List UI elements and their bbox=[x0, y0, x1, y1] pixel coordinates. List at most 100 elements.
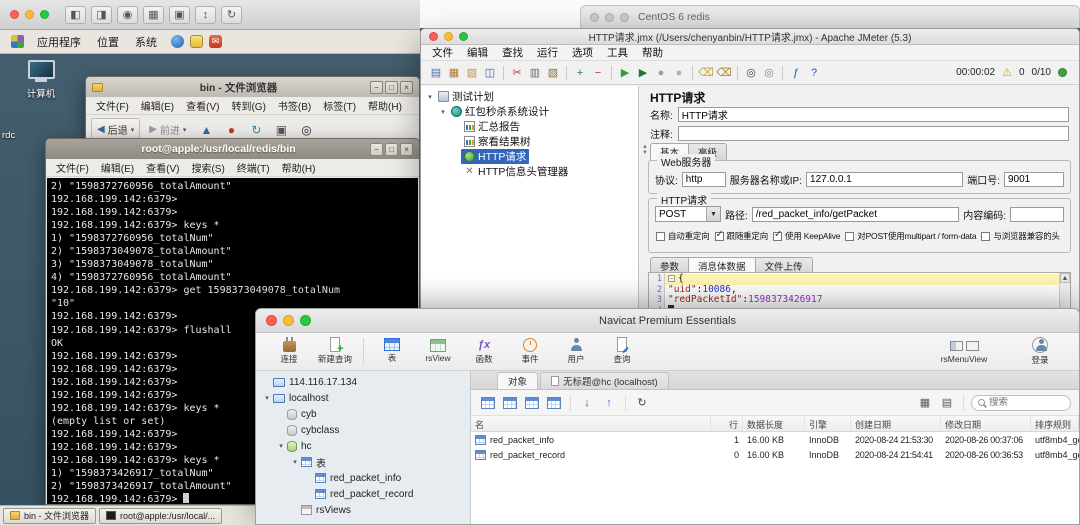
templates-icon[interactable]: ▦ bbox=[445, 64, 463, 82]
checkbox-unchecked[interactable]: 与浏览器兼容的头 bbox=[981, 230, 1059, 242]
new-file-icon[interactable]: ▤ bbox=[427, 64, 445, 82]
method-select[interactable]: POST ▼ bbox=[655, 206, 721, 222]
function-helper-icon[interactable]: ƒ bbox=[787, 64, 805, 82]
maximize-icon[interactable]: □ bbox=[385, 81, 398, 94]
grid-view-icon[interactable]: ▦ bbox=[916, 394, 934, 412]
checkbox-unchecked[interactable]: 自动重定向 bbox=[656, 230, 710, 242]
column-header[interactable]: 创建日期 bbox=[851, 416, 941, 431]
menu-item[interactable]: 帮助 bbox=[635, 45, 670, 60]
menu-item[interactable]: 查找 bbox=[495, 45, 530, 60]
column-header[interactable]: 修改日期 bbox=[941, 416, 1031, 431]
menu-item[interactable]: 工具 bbox=[600, 45, 635, 60]
tree-expander[interactable]: ▾ bbox=[276, 442, 286, 450]
refresh-button[interactable]: ↻ bbox=[633, 394, 651, 412]
view-toggle-buttons[interactable]: rsMenuView bbox=[941, 334, 987, 368]
menu-item[interactable]: 书签(B) bbox=[272, 98, 317, 113]
mail-icon[interactable] bbox=[209, 35, 222, 48]
tree-node[interactable]: 察看结果树 bbox=[421, 134, 638, 149]
sidebar-node[interactable]: cyb bbox=[256, 406, 470, 422]
display-grid-icon[interactable]: ▦ bbox=[143, 6, 164, 24]
column-header[interactable]: 名 bbox=[471, 416, 711, 431]
sidebar-node[interactable]: 114.116.17.134 bbox=[256, 374, 470, 390]
menu-item[interactable]: 标签(T) bbox=[317, 98, 362, 113]
checkbox-checked[interactable]: 使用 KeepAlive bbox=[773, 230, 840, 242]
menu-item[interactable]: 编辑 bbox=[460, 45, 495, 60]
stop-icon[interactable]: ● bbox=[652, 64, 670, 82]
search-icon[interactable]: ◎ bbox=[742, 64, 760, 82]
start-icon[interactable]: ▶ bbox=[616, 64, 634, 82]
minimize-icon[interactable]: − bbox=[370, 81, 383, 94]
distro-logo-icon[interactable] bbox=[11, 35, 24, 48]
new-query-button[interactable]: 新建查询 bbox=[312, 334, 358, 368]
desktop-icon-partial[interactable]: rdc bbox=[2, 130, 15, 141]
shell-panel-icon[interactable]: ◧ bbox=[65, 6, 86, 24]
tab-objects[interactable]: 对象 bbox=[497, 372, 538, 389]
firefox-icon[interactable] bbox=[171, 35, 184, 48]
minimize-icon[interactable] bbox=[605, 13, 614, 22]
tree-expander[interactable]: ▾ bbox=[290, 458, 300, 466]
menu-item[interactable]: 帮助(H) bbox=[362, 98, 408, 113]
menu-item[interactable]: 文件(F) bbox=[50, 160, 95, 175]
monitor-icon[interactable]: ▣ bbox=[169, 6, 190, 24]
minimize-icon[interactable] bbox=[283, 315, 294, 326]
clear-all-icon[interactable]: ⌫ bbox=[715, 64, 733, 82]
pane-toggle-icon[interactable] bbox=[950, 341, 963, 351]
tables-button[interactable]: 表 bbox=[369, 334, 415, 368]
maximize-icon[interactable]: □ bbox=[385, 143, 398, 156]
search-input[interactable] bbox=[989, 397, 1051, 408]
camera-snapshot-icon[interactable]: ◉ bbox=[117, 6, 138, 24]
add-icon[interactable]: + bbox=[571, 64, 589, 82]
column-header[interactable]: 行 bbox=[711, 416, 743, 431]
sidebar-node[interactable]: red_packet_info bbox=[256, 470, 470, 486]
menu-item[interactable]: 搜索(S) bbox=[185, 160, 230, 175]
sidebar-node[interactable]: ▾表 bbox=[256, 454, 470, 470]
chevron-down-icon[interactable]: ▾ bbox=[183, 126, 187, 134]
open-table-button[interactable] bbox=[479, 394, 497, 412]
close-icon[interactable] bbox=[10, 10, 19, 19]
design-table-button[interactable] bbox=[501, 394, 519, 412]
paste-icon[interactable]: ▧ bbox=[544, 64, 562, 82]
cut-icon[interactable]: ✂ bbox=[508, 64, 526, 82]
sidebar-node[interactable]: ▾localhost bbox=[256, 390, 470, 406]
desktop-icon-computer[interactable]: 计算机 bbox=[10, 60, 72, 100]
menu-item[interactable]: 文件(F) bbox=[90, 98, 135, 113]
menu-item[interactable]: 终端(T) bbox=[231, 160, 276, 175]
menu-item[interactable]: 查看(V) bbox=[140, 160, 185, 175]
clear-icon[interactable]: ⌫ bbox=[697, 64, 715, 82]
menu-item[interactable]: 选项 bbox=[565, 45, 600, 60]
menu-item[interactable]: 运行 bbox=[530, 45, 565, 60]
shutdown-icon[interactable]: ● bbox=[670, 64, 688, 82]
sidebar-node[interactable]: red_packet_record bbox=[256, 486, 470, 502]
queries-button[interactable]: 查询 bbox=[599, 334, 645, 368]
menu-item[interactable]: 编辑(E) bbox=[135, 98, 180, 113]
encoding-field[interactable] bbox=[1010, 207, 1064, 222]
terminal-titlebar[interactable]: root@apple:/usr/local/redis/bin − □ × bbox=[46, 139, 419, 159]
list-view-icon[interactable]: ▤ bbox=[938, 394, 956, 412]
menu-item[interactable]: 查看(V) bbox=[180, 98, 225, 113]
zoom-icon[interactable] bbox=[40, 10, 49, 19]
taskbar-item-terminal[interactable]: root@apple:/usr/local/... bbox=[99, 508, 222, 524]
table-row[interactable]: red_packet_info116.00 KBInnoDB2020-08-24… bbox=[471, 432, 1079, 447]
comment-field[interactable] bbox=[678, 126, 1069, 141]
tree-node[interactable]: 汇总报告 bbox=[421, 119, 638, 134]
new-table-button[interactable] bbox=[523, 394, 541, 412]
fold-marker-icon[interactable]: − bbox=[668, 275, 675, 282]
start-no-pauses-icon[interactable]: ▶ bbox=[634, 64, 652, 82]
splitter-arrows-icon[interactable]: ▲▼ bbox=[642, 144, 648, 156]
close-icon[interactable] bbox=[429, 32, 438, 41]
taskbar-item-file-browser[interactable]: bin - 文件浏览器 bbox=[3, 508, 96, 524]
tab-untitled-query[interactable]: 无标题@hc (localhost) bbox=[540, 372, 669, 389]
host-field[interactable] bbox=[806, 172, 963, 187]
menubar-item[interactable]: 应用程序 bbox=[29, 34, 89, 50]
port-field[interactable] bbox=[1004, 172, 1064, 187]
checkbox-unchecked[interactable]: 对POST使用multipart / form-data bbox=[845, 230, 976, 242]
tree-node[interactable]: HTTP请求 bbox=[421, 149, 638, 164]
functions-button[interactable]: 函数 bbox=[461, 334, 507, 368]
tree-expander[interactable]: ▾ bbox=[438, 108, 448, 116]
login-button[interactable]: 登录 bbox=[1017, 334, 1063, 368]
tree-node[interactable]: ▾红包秒杀系统设计 bbox=[421, 104, 638, 119]
zoom-icon[interactable] bbox=[620, 13, 629, 22]
save-icon[interactable]: ◫ bbox=[481, 64, 499, 82]
path-field[interactable] bbox=[752, 207, 959, 222]
column-header[interactable]: 数据长度 bbox=[743, 416, 805, 431]
